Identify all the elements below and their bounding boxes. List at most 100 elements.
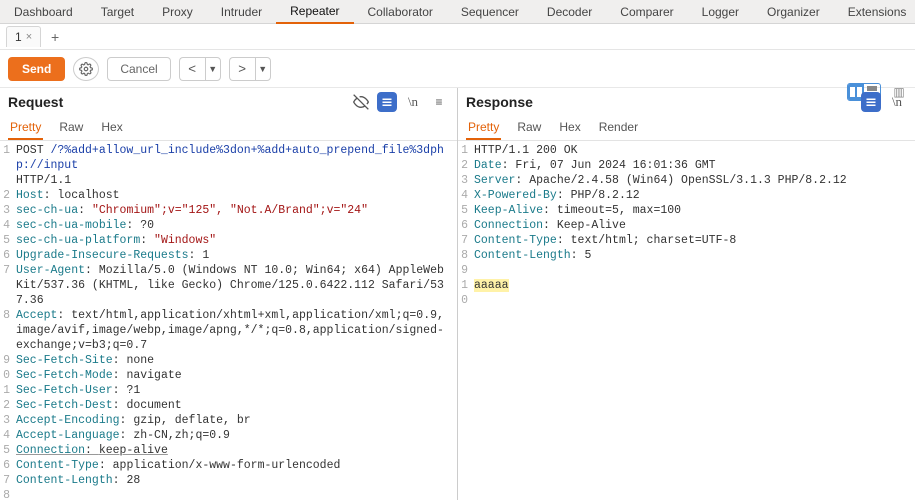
code-line: 8 bbox=[0, 488, 457, 500]
view-tab-raw[interactable]: Raw bbox=[515, 116, 543, 140]
line-number: 1 bbox=[458, 143, 474, 158]
top-tab-target[interactable]: Target bbox=[87, 1, 148, 23]
code-line: 4X-Powered-By: PHP/8.2.12 bbox=[458, 188, 915, 203]
toolbar: Send Cancel < ▼ > ▼ bbox=[0, 50, 915, 88]
cancel-button[interactable]: Cancel bbox=[107, 57, 170, 81]
request-title: Request bbox=[8, 94, 63, 110]
code-line: 5Connection: keep-alive bbox=[0, 443, 457, 458]
top-tab-organizer[interactable]: Organizer bbox=[753, 1, 834, 23]
response-body[interactable]: 1HTTP/1.1 200 OK2Date: Fri, 07 Jun 2024 … bbox=[458, 141, 915, 500]
eye-off-icon[interactable] bbox=[351, 92, 371, 112]
add-tab-button[interactable]: + bbox=[45, 27, 65, 47]
top-tab-collaborator[interactable]: Collaborator bbox=[354, 1, 447, 23]
code-line: 6Upgrade-Insecure-Requests: 1 bbox=[0, 248, 457, 263]
line-number: 0 bbox=[0, 368, 16, 383]
subtab-1[interactable]: 1 × bbox=[6, 26, 41, 47]
code-line: 3sec-ch-ua: "Chromium";v="125", "Not.A/B… bbox=[0, 203, 457, 218]
code-line: 0Sec-Fetch-Mode: navigate bbox=[0, 368, 457, 383]
code-line: 7Content-Length: 28 bbox=[0, 473, 457, 488]
request-body[interactable]: 1POST /?%add+allow_url_include%3don+%add… bbox=[0, 141, 457, 500]
line-content: Date: Fri, 07 Jun 2024 16:01:36 GMT bbox=[474, 158, 915, 173]
view-tab-render[interactable]: Render bbox=[597, 116, 640, 140]
send-button[interactable]: Send bbox=[8, 57, 65, 81]
line-content: User-Agent: Mozilla/5.0 (Windows NT 10.0… bbox=[16, 263, 457, 308]
newline-icon[interactable]: \n bbox=[887, 92, 907, 112]
line-number: 2 bbox=[458, 158, 474, 173]
code-line: HTTP/1.1 bbox=[0, 173, 457, 188]
top-tab-repeater[interactable]: Repeater bbox=[276, 0, 353, 24]
inspector-icon[interactable] bbox=[377, 92, 397, 112]
line-number: 7 bbox=[0, 473, 16, 488]
line-number: 7 bbox=[458, 233, 474, 248]
line-content: Content-Type: application/x-www-form-url… bbox=[16, 458, 457, 473]
line-number: 2 bbox=[0, 398, 16, 413]
history-forward-dropdown[interactable]: ▼ bbox=[255, 57, 271, 81]
view-tab-hex[interactable]: Hex bbox=[557, 116, 582, 140]
line-content: HTTP/1.1 bbox=[16, 173, 457, 188]
line-number bbox=[0, 173, 16, 188]
top-tab-comparer[interactable]: Comparer bbox=[606, 1, 687, 23]
code-line: 1HTTP/1.1 200 OK bbox=[458, 143, 915, 158]
top-tab-dashboard[interactable]: Dashboard bbox=[0, 1, 87, 23]
code-line: 9Sec-Fetch-Site: none bbox=[0, 353, 457, 368]
top-tab-proxy[interactable]: Proxy bbox=[148, 1, 207, 23]
code-line: 7Content-Type: text/html; charset=UTF-8 bbox=[458, 233, 915, 248]
close-icon[interactable]: × bbox=[26, 31, 32, 43]
top-tab-intruder[interactable]: Intruder bbox=[207, 1, 276, 23]
repeater-subtabs: 1 × + bbox=[0, 24, 915, 50]
code-line: 9 bbox=[458, 263, 915, 278]
top-tab-sequencer[interactable]: Sequencer bbox=[447, 1, 533, 23]
top-tab-decoder[interactable]: Decoder bbox=[533, 1, 606, 23]
request-view-tabs: Pretty Raw Hex bbox=[0, 114, 457, 141]
view-tab-hex[interactable]: Hex bbox=[99, 116, 124, 140]
line-number: 3 bbox=[0, 413, 16, 428]
code-line: 1POST /?%add+allow_url_include%3don+%add… bbox=[0, 143, 457, 173]
line-number: 5 bbox=[0, 443, 16, 458]
top-tab-logger[interactable]: Logger bbox=[688, 1, 753, 23]
line-content: Accept-Language: zh-CN,zh;q=0.9 bbox=[16, 428, 457, 443]
history-back-button[interactable]: < bbox=[179, 57, 205, 81]
line-content: Connection: Keep-Alive bbox=[474, 218, 915, 233]
history-forward-group: > ▼ bbox=[229, 57, 271, 81]
view-tab-pretty[interactable]: Pretty bbox=[466, 116, 501, 140]
line-content: sec-ch-ua-platform: "Windows" bbox=[16, 233, 457, 248]
line-content: Keep-Alive: timeout=5, max=100 bbox=[474, 203, 915, 218]
history-forward-button[interactable]: > bbox=[229, 57, 255, 81]
menu-icon[interactable]: ≡ bbox=[429, 92, 449, 112]
top-tabbar: DashboardTargetProxyIntruderRepeaterColl… bbox=[0, 0, 915, 24]
response-view-tabs: Pretty Raw Hex Render bbox=[458, 114, 915, 141]
history-back-dropdown[interactable]: ▼ bbox=[205, 57, 221, 81]
line-content: Sec-Fetch-Site: none bbox=[16, 353, 457, 368]
line-number: 5 bbox=[458, 203, 474, 218]
line-number: 4 bbox=[0, 428, 16, 443]
code-line: 6Connection: Keep-Alive bbox=[458, 218, 915, 233]
inspector-icon[interactable] bbox=[861, 92, 881, 112]
subtab-label: 1 bbox=[15, 30, 22, 44]
newline-icon[interactable]: \n bbox=[403, 92, 423, 112]
code-line: 6Content-Type: application/x-www-form-ur… bbox=[0, 458, 457, 473]
code-line: 8Accept: text/html,application/xhtml+xml… bbox=[0, 308, 457, 353]
line-content: aaaaa bbox=[474, 278, 915, 308]
line-content: Sec-Fetch-Mode: navigate bbox=[16, 368, 457, 383]
line-content: Upgrade-Insecure-Requests: 1 bbox=[16, 248, 457, 263]
line-content: X-Powered-By: PHP/8.2.12 bbox=[474, 188, 915, 203]
view-tab-raw[interactable]: Raw bbox=[57, 116, 85, 140]
code-line: 10aaaaa bbox=[458, 278, 915, 308]
line-content: Sec-Fetch-Dest: document bbox=[16, 398, 457, 413]
code-line: 5Keep-Alive: timeout=5, max=100 bbox=[458, 203, 915, 218]
line-number: 1 bbox=[0, 143, 16, 173]
line-number: 4 bbox=[458, 188, 474, 203]
view-tab-pretty[interactable]: Pretty bbox=[8, 116, 43, 140]
line-content: Sec-Fetch-User: ?1 bbox=[16, 383, 457, 398]
gear-icon[interactable] bbox=[73, 57, 99, 81]
code-line: 7User-Agent: Mozilla/5.0 (Windows NT 10.… bbox=[0, 263, 457, 308]
line-number: 10 bbox=[458, 278, 474, 308]
line-number: 3 bbox=[0, 203, 16, 218]
line-content: sec-ch-ua: "Chromium";v="125", "Not.A/Br… bbox=[16, 203, 457, 218]
line-number: 1 bbox=[0, 383, 16, 398]
code-line: 4Accept-Language: zh-CN,zh;q=0.9 bbox=[0, 428, 457, 443]
top-tab-extensions[interactable]: Extensions bbox=[834, 1, 915, 23]
line-content: POST /?%add+allow_url_include%3don+%add+… bbox=[16, 143, 457, 173]
request-pane: Request \n ≡ PrettyRawHex 1POST /?%add+a… bbox=[0, 88, 457, 500]
line-content: Host: localhost bbox=[16, 188, 457, 203]
